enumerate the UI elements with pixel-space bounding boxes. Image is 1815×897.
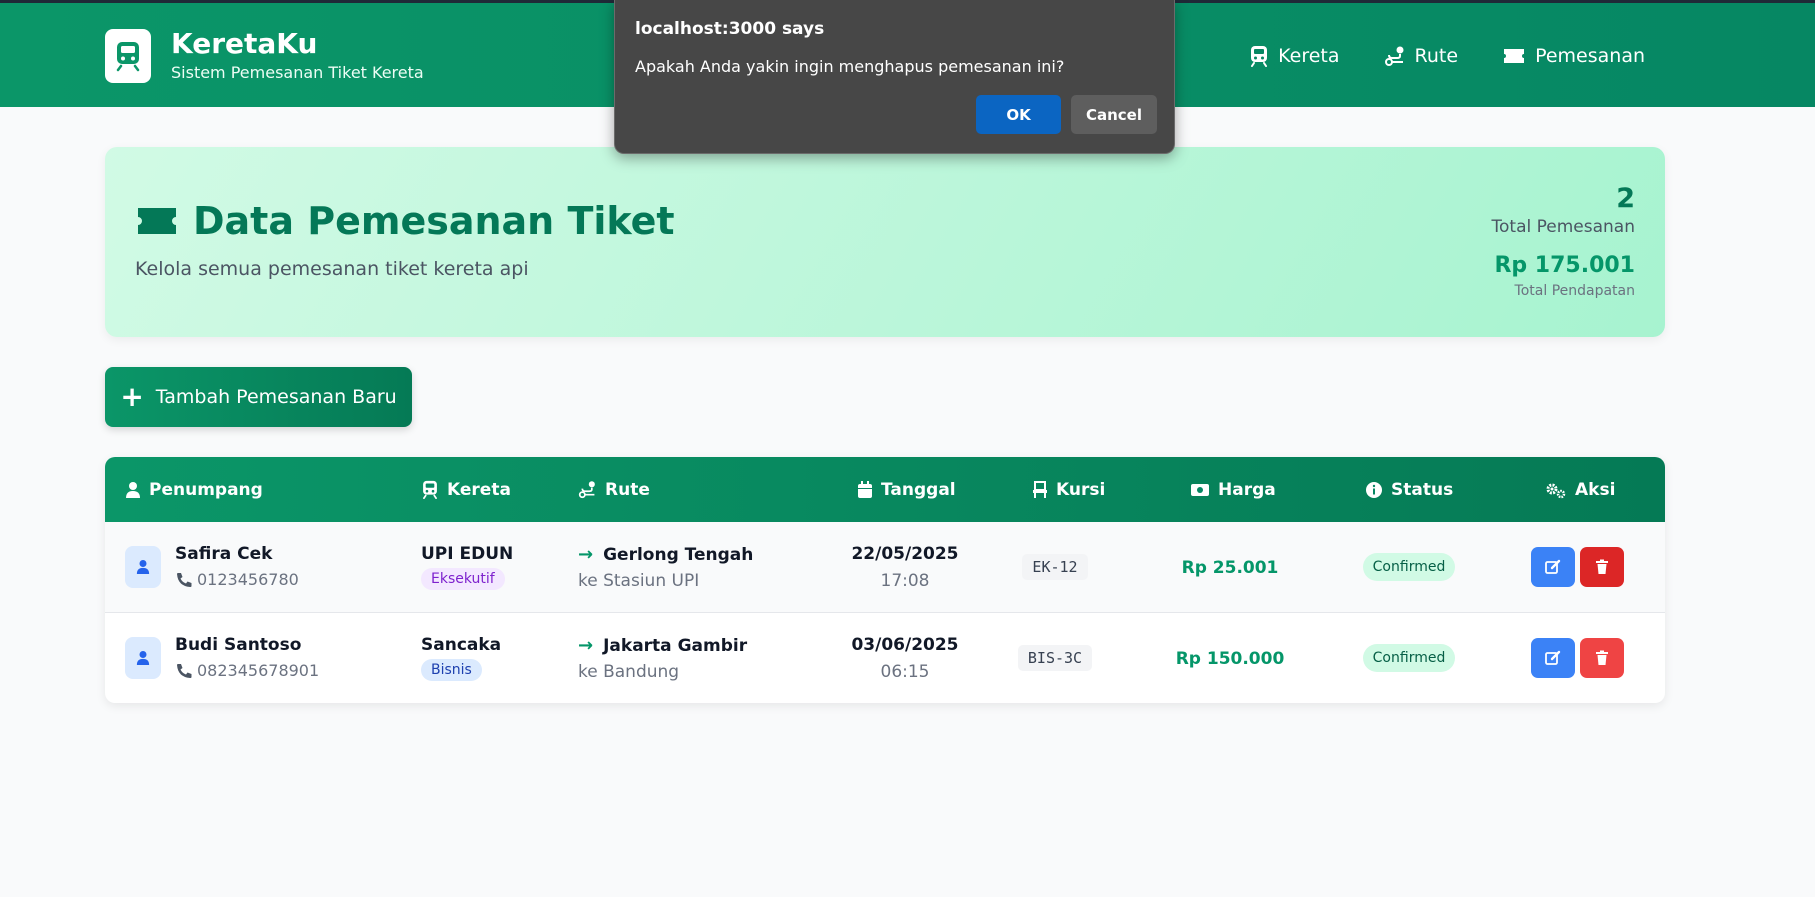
total-bookings-value: 2	[1616, 183, 1635, 214]
seat-number: BIS-3C	[1010, 645, 1100, 671]
total-bookings-label: Total Pemesanan	[1491, 217, 1635, 237]
train-logo-icon	[105, 29, 151, 83]
passenger-phone: 0123456780	[175, 570, 299, 589]
nav-menu: Kereta Rute Pemesanan	[1249, 45, 1645, 67]
phone-icon	[177, 663, 192, 678]
total-revenue-label: Total Pendapatan	[1514, 283, 1635, 299]
column-header-rute: Rute	[578, 457, 650, 522]
info-icon	[1366, 481, 1382, 498]
nav-item-rute[interactable]: Rute	[1384, 45, 1459, 67]
nav-item-label: Pemesanan	[1535, 45, 1645, 67]
passenger-name: Safira Cek	[175, 544, 273, 564]
column-header-aksi: Aksi	[1545, 457, 1615, 522]
plus-icon: +	[120, 380, 144, 413]
stats-summary: 2 Total Pemesanan Rp 175.001 Total Penda…	[1492, 183, 1635, 299]
brand-title: KeretaKu	[171, 27, 318, 60]
nav-item-kereta[interactable]: Kereta	[1249, 45, 1340, 67]
trash-icon	[1596, 650, 1608, 665]
ticket-price: Rp 25.001	[1181, 558, 1279, 578]
trash-icon	[1596, 559, 1608, 574]
departure-time: 17:08	[880, 571, 930, 591]
add-booking-label: Tambah Pemesanan Baru	[155, 386, 397, 408]
user-avatar-icon	[125, 637, 161, 679]
departure-date: 03/06/2025	[851, 635, 959, 655]
edit-icon	[1545, 650, 1561, 665]
status-badge: Confirmed	[1357, 553, 1461, 581]
page-title: Data Pemesanan Tiket	[135, 199, 675, 243]
route-origin: → Gerlong Tengah	[578, 544, 754, 565]
edit-button[interactable]	[1531, 638, 1575, 678]
dialog-cancel-button[interactable]: Cancel	[1071, 95, 1157, 134]
page-subtitle: Kelola semua pemesanan tiket kereta api	[135, 258, 529, 280]
table-header: Penumpang Kereta Rute Tanggal Kursi Harg…	[105, 457, 1665, 522]
column-header-harga: Harga	[1190, 457, 1276, 522]
route-destination: ke Bandung	[578, 662, 680, 682]
dialog-message: Apakah Anda yakin ingin menghapus pemesa…	[635, 57, 1065, 76]
table-row: Budi Santoso 082345678901 Sancaka Bisnis…	[105, 612, 1665, 702]
add-booking-button[interactable]: + Tambah Pemesanan Baru	[105, 367, 412, 427]
money-icon	[1191, 483, 1209, 496]
user-icon	[126, 481, 140, 498]
page-title-text: Data Pemesanan Tiket	[193, 199, 675, 243]
seat-number: EK-12	[1010, 554, 1100, 580]
brand-subtitle: Sistem Pemesanan Tiket Kereta	[171, 63, 424, 82]
status-badge: Confirmed	[1357, 644, 1461, 672]
nav-item-label: Rute	[1414, 45, 1459, 67]
departure-time: 06:15	[880, 662, 930, 682]
edit-button[interactable]	[1531, 547, 1575, 587]
train-icon	[1251, 46, 1268, 67]
calendar-icon	[858, 480, 872, 498]
ticket-icon	[138, 208, 176, 234]
train-icon	[423, 480, 437, 499]
nav-item-pemesanan[interactable]: Pemesanan	[1502, 45, 1645, 67]
train-name: UPI EDUN	[421, 544, 514, 564]
class-badge: Eksekutif	[421, 568, 505, 590]
phone-icon	[177, 572, 192, 587]
route-icon	[578, 481, 595, 499]
arrow-right-icon: →	[578, 544, 594, 565]
dialog-ok-button[interactable]: OK	[976, 95, 1061, 134]
train-name: Sancaka	[421, 635, 502, 655]
passenger-name: Budi Santoso	[175, 635, 302, 655]
column-header-kursi: Kursi	[1032, 457, 1105, 522]
nav-item-label: Kereta	[1278, 45, 1340, 67]
column-header-penumpang: Penumpang	[125, 457, 263, 522]
column-header-kereta: Kereta	[421, 457, 511, 522]
chair-icon	[1033, 480, 1047, 498]
class-badge: Bisnis	[421, 659, 482, 681]
column-header-status: Status	[1365, 457, 1453, 522]
delete-button[interactable]	[1580, 547, 1624, 587]
ticket-icon	[1504, 49, 1525, 63]
route-origin: → Jakarta Gambir	[578, 635, 748, 656]
edit-icon	[1545, 559, 1561, 574]
arrow-right-icon: →	[578, 635, 594, 656]
ticket-price: Rp 150.000	[1175, 649, 1285, 669]
gears-icon	[1546, 483, 1566, 498]
dialog-title: localhost:3000 says	[635, 19, 825, 39]
departure-date: 22/05/2025	[851, 544, 959, 564]
page-header-card: Data Pemesanan Tiket Kelola semua pemesa…	[105, 147, 1665, 337]
column-header-tanggal: Tanggal	[857, 457, 956, 522]
passenger-phone: 082345678901	[175, 661, 319, 680]
route-icon	[1384, 46, 1404, 66]
user-avatar-icon	[125, 546, 161, 588]
bookings-table: Penumpang Kereta Rute Tanggal Kursi Harg…	[105, 457, 1665, 703]
brand[interactable]: KeretaKu Sistem Pemesanan Tiket Kereta	[105, 28, 424, 84]
route-destination: ke Stasiun UPI	[578, 571, 700, 591]
delete-button[interactable]	[1580, 638, 1624, 678]
confirm-dialog: localhost:3000 says Apakah Anda yakin in…	[614, 0, 1175, 154]
table-row: Safira Cek 0123456780 UPI EDUN Eksekutif…	[105, 522, 1665, 612]
total-revenue-value: Rp 175.001	[1494, 253, 1635, 278]
